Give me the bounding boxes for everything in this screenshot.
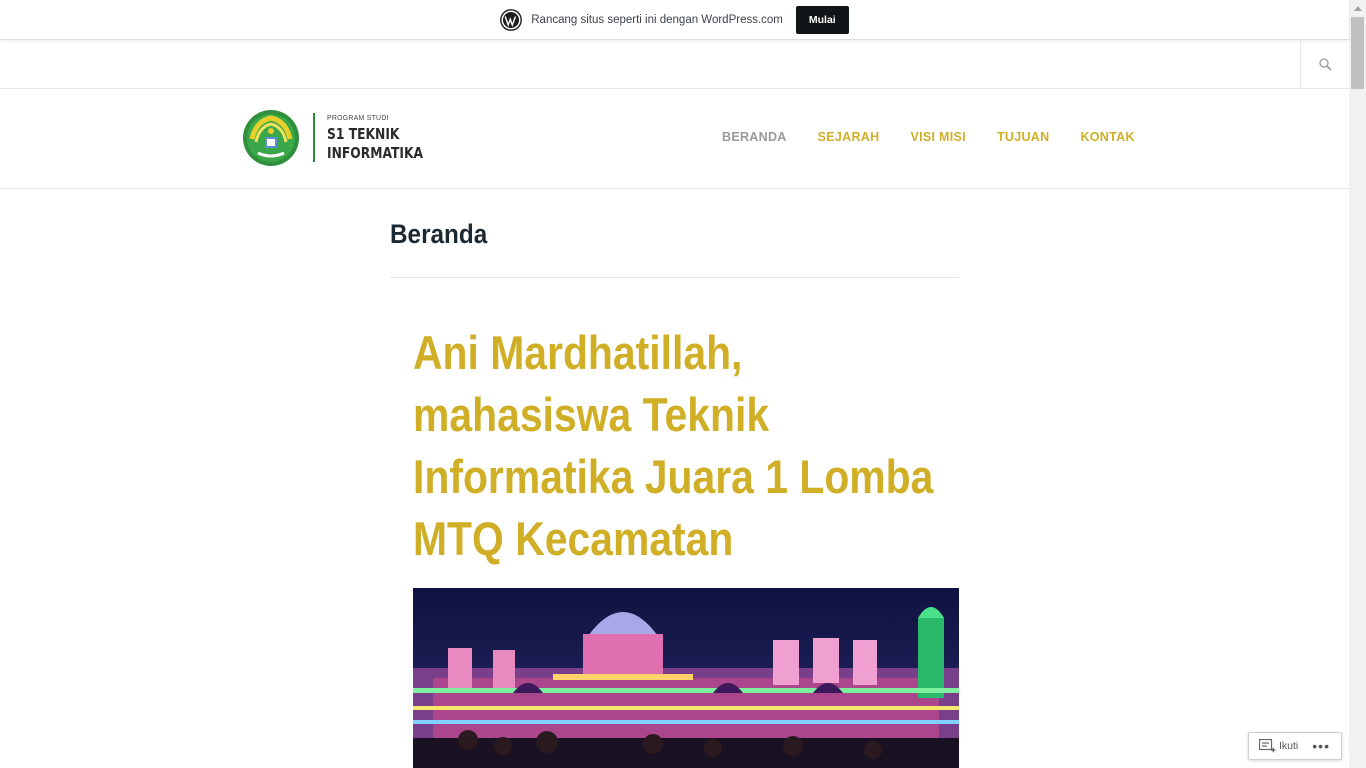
- search-toggle-button[interactable]: [1300, 40, 1349, 88]
- follow-widget[interactable]: Ikuti •••: [1248, 732, 1342, 760]
- search-icon: [1318, 57, 1332, 71]
- post-title-link[interactable]: Ani Mardhatillah, mahasiswa Teknik Infor…: [413, 322, 935, 570]
- wordpress-banner: Rancang situs seperti ini dengan WordPre…: [0, 0, 1349, 40]
- wordpress-logo-icon[interactable]: [500, 8, 523, 31]
- title-divider: [390, 277, 959, 278]
- search-bar: [0, 40, 1349, 89]
- logo-title-line2[interactable]: INFORMATIKA: [327, 144, 423, 162]
- scroll-up-arrow-icon[interactable]: [1349, 0, 1366, 17]
- post-featured-image[interactable]: [413, 588, 959, 768]
- nav-item-beranda[interactable]: BERANDA: [722, 130, 787, 144]
- logo-divider: [313, 113, 315, 162]
- page-title: Beranda: [390, 219, 488, 249]
- site-header: PROGRAM STUDI S1 TEKNIK INFORMATIKA BERA…: [0, 89, 1349, 189]
- more-options-button[interactable]: •••: [1312, 739, 1330, 753]
- follow-icon[interactable]: [1259, 739, 1276, 753]
- main-navigation: BERANDA SEJARAH VISI MISI TUJUAN KONTAK: [722, 130, 1135, 144]
- nav-item-tujuan[interactable]: TUJUAN: [997, 130, 1050, 144]
- university-emblem-icon[interactable]: [242, 109, 300, 167]
- scroll-thumb[interactable]: [1351, 17, 1364, 89]
- scrollbar[interactable]: [1349, 0, 1366, 768]
- logo-title-line1[interactable]: S1 TEKNIK: [327, 125, 399, 143]
- nav-item-sejarah[interactable]: SEJARAH: [818, 130, 880, 144]
- wordpress-banner-text[interactable]: Rancang situs seperti ini dengan WordPre…: [531, 14, 783, 26]
- nav-item-kontak[interactable]: KONTAK: [1080, 130, 1134, 144]
- start-button[interactable]: Mulai: [795, 5, 849, 34]
- follow-label[interactable]: Ikuti: [1279, 740, 1298, 752]
- logo-program-label[interactable]: PROGRAM STUDI: [327, 115, 389, 122]
- nav-item-visi-misi[interactable]: VISI MISI: [910, 130, 966, 144]
